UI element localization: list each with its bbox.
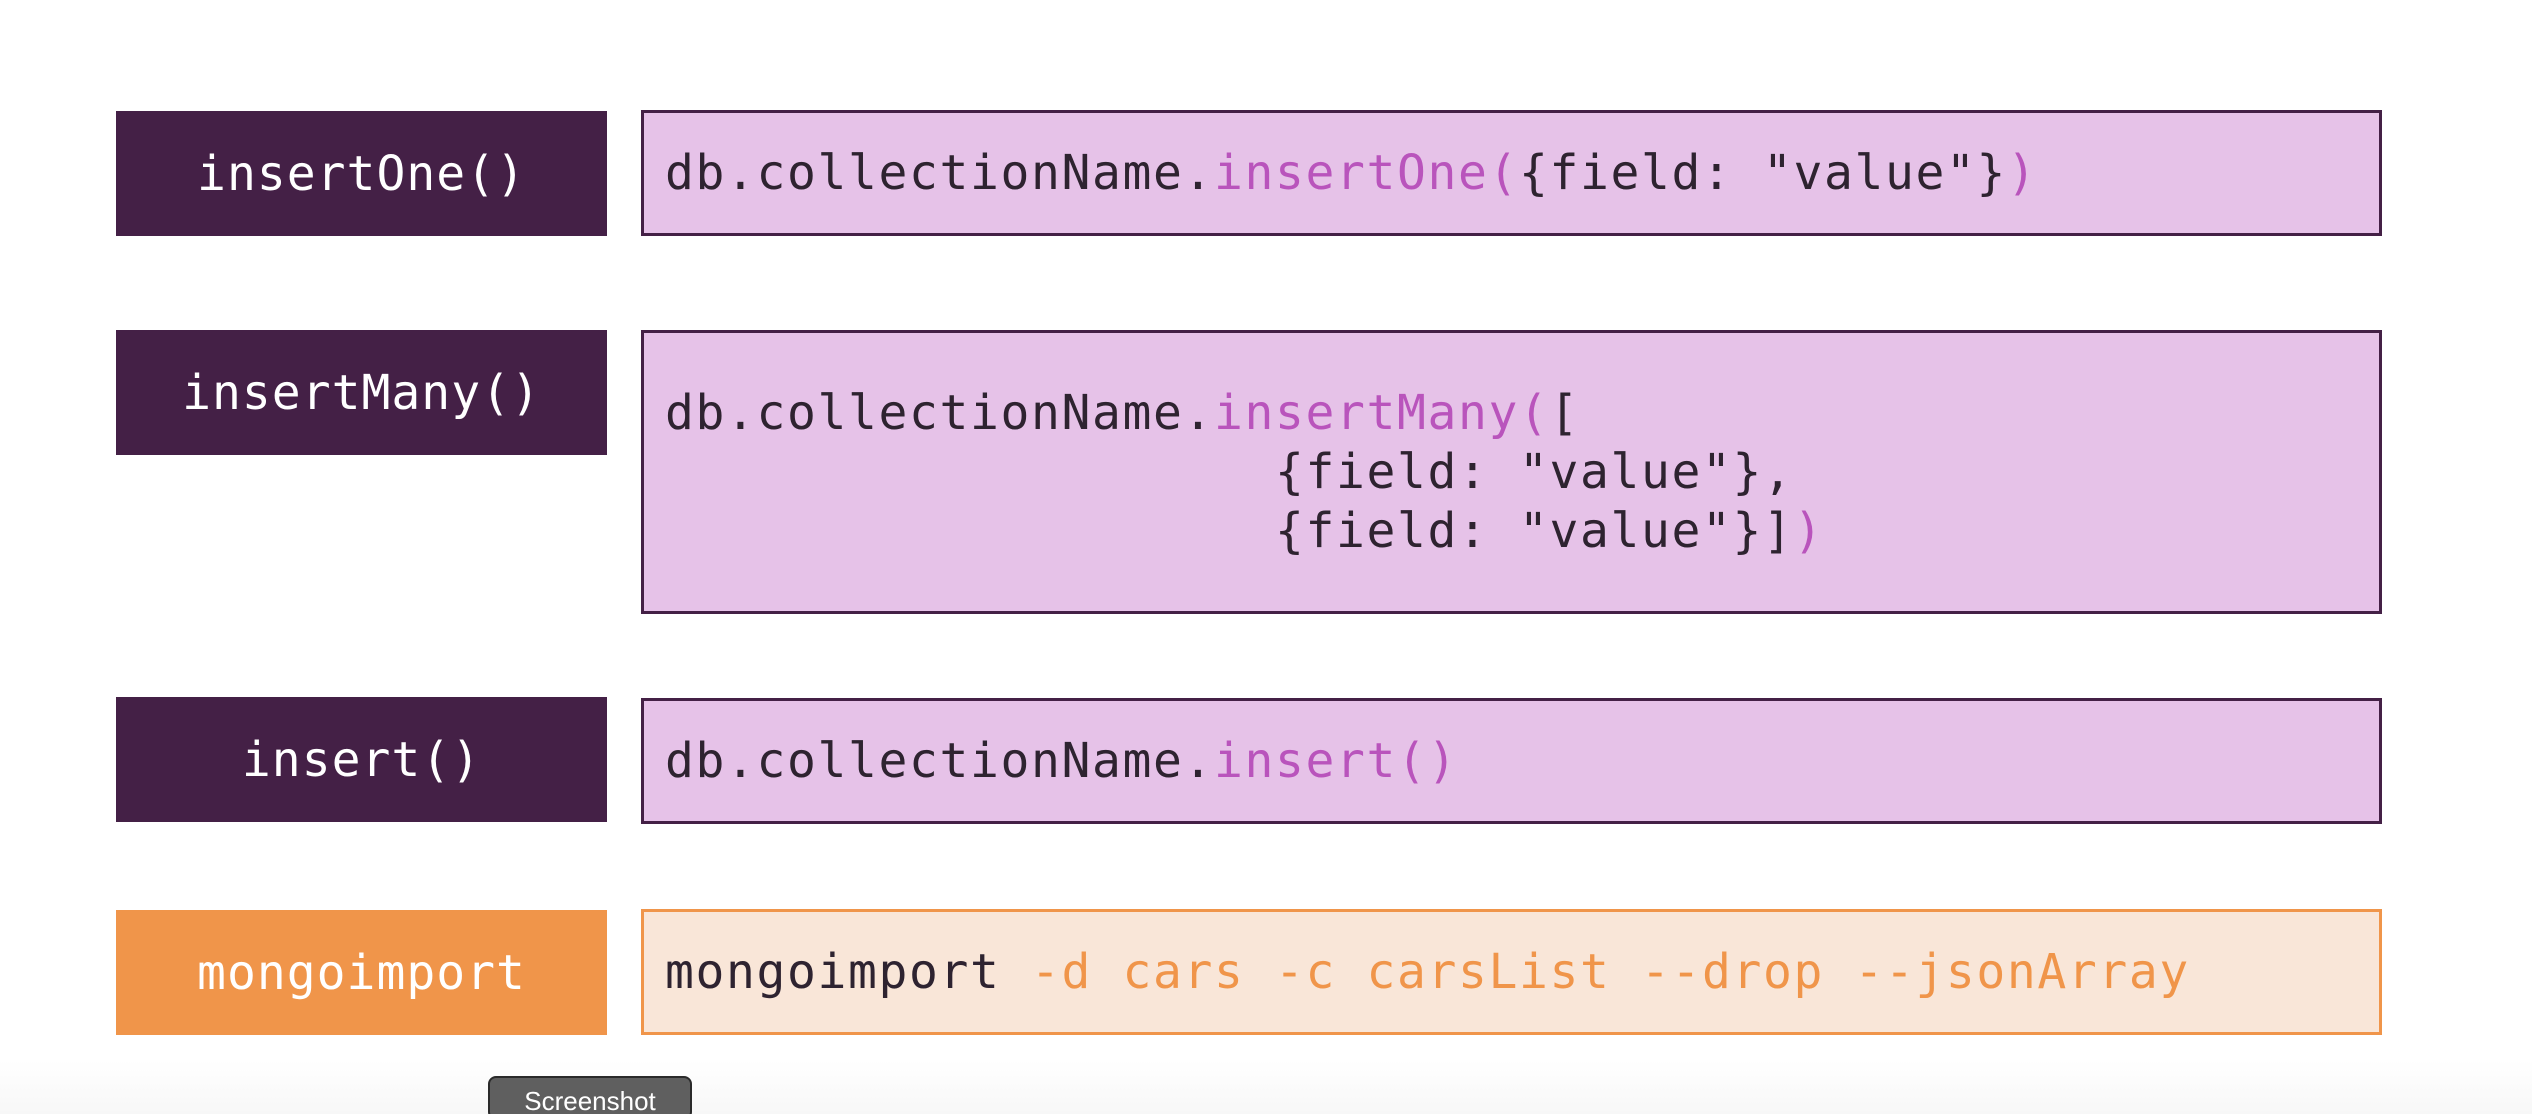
- code-line: {field: "value"}]): [665, 502, 2379, 561]
- label-mongoimport: mongoimport: [116, 910, 607, 1035]
- code-command: mongoimport: [665, 943, 1031, 1000]
- label-insert: insert(): [116, 697, 607, 822]
- code-line: db.collectionName.insert(): [665, 732, 2379, 791]
- code-method: insertOne(: [1213, 144, 1519, 201]
- code-line: db.collectionName.insertMany([: [665, 384, 2379, 443]
- code-block-insertone: db.collectionName.insertOne({field: "val…: [641, 110, 2382, 236]
- code-prefix: db.collectionName.: [665, 384, 1214, 441]
- code-close: ): [2006, 144, 2038, 201]
- code-method: insertMany(: [1213, 384, 1550, 441]
- bottom-bar: [0, 1060, 2532, 1114]
- code-line: {field: "value"},: [665, 443, 1794, 500]
- code-close: ): [1793, 502, 1824, 559]
- code-prefix: db.collectionName.: [665, 144, 1214, 201]
- label-insertone: insertOne(): [116, 111, 607, 236]
- code-block-insertmany: db.collectionName.insertMany([ {field: "…: [641, 330, 2382, 614]
- screenshot-tooltip: Screenshot: [488, 1076, 692, 1114]
- code-args: {field: "value"}]: [665, 502, 1794, 559]
- code-bracket: [: [1549, 384, 1580, 441]
- code-block-insert: db.collectionName.insert(): [641, 698, 2382, 824]
- code-line: mongoimport -d cars -c carsList --drop -…: [665, 943, 2379, 1002]
- code-args: {field: "value"}: [1518, 144, 2007, 201]
- code-prefix: db.collectionName.: [665, 732, 1214, 789]
- code-block-mongoimport: mongoimport -d cars -c carsList --drop -…: [641, 909, 2382, 1035]
- label-insertmany: insertMany(): [116, 330, 607, 455]
- code-method: insert(): [1213, 732, 1458, 789]
- code-flags: -d cars -c carsList --drop --jsonArray: [1030, 943, 2190, 1000]
- code-line: db.collectionName.insertOne({field: "val…: [665, 144, 2379, 203]
